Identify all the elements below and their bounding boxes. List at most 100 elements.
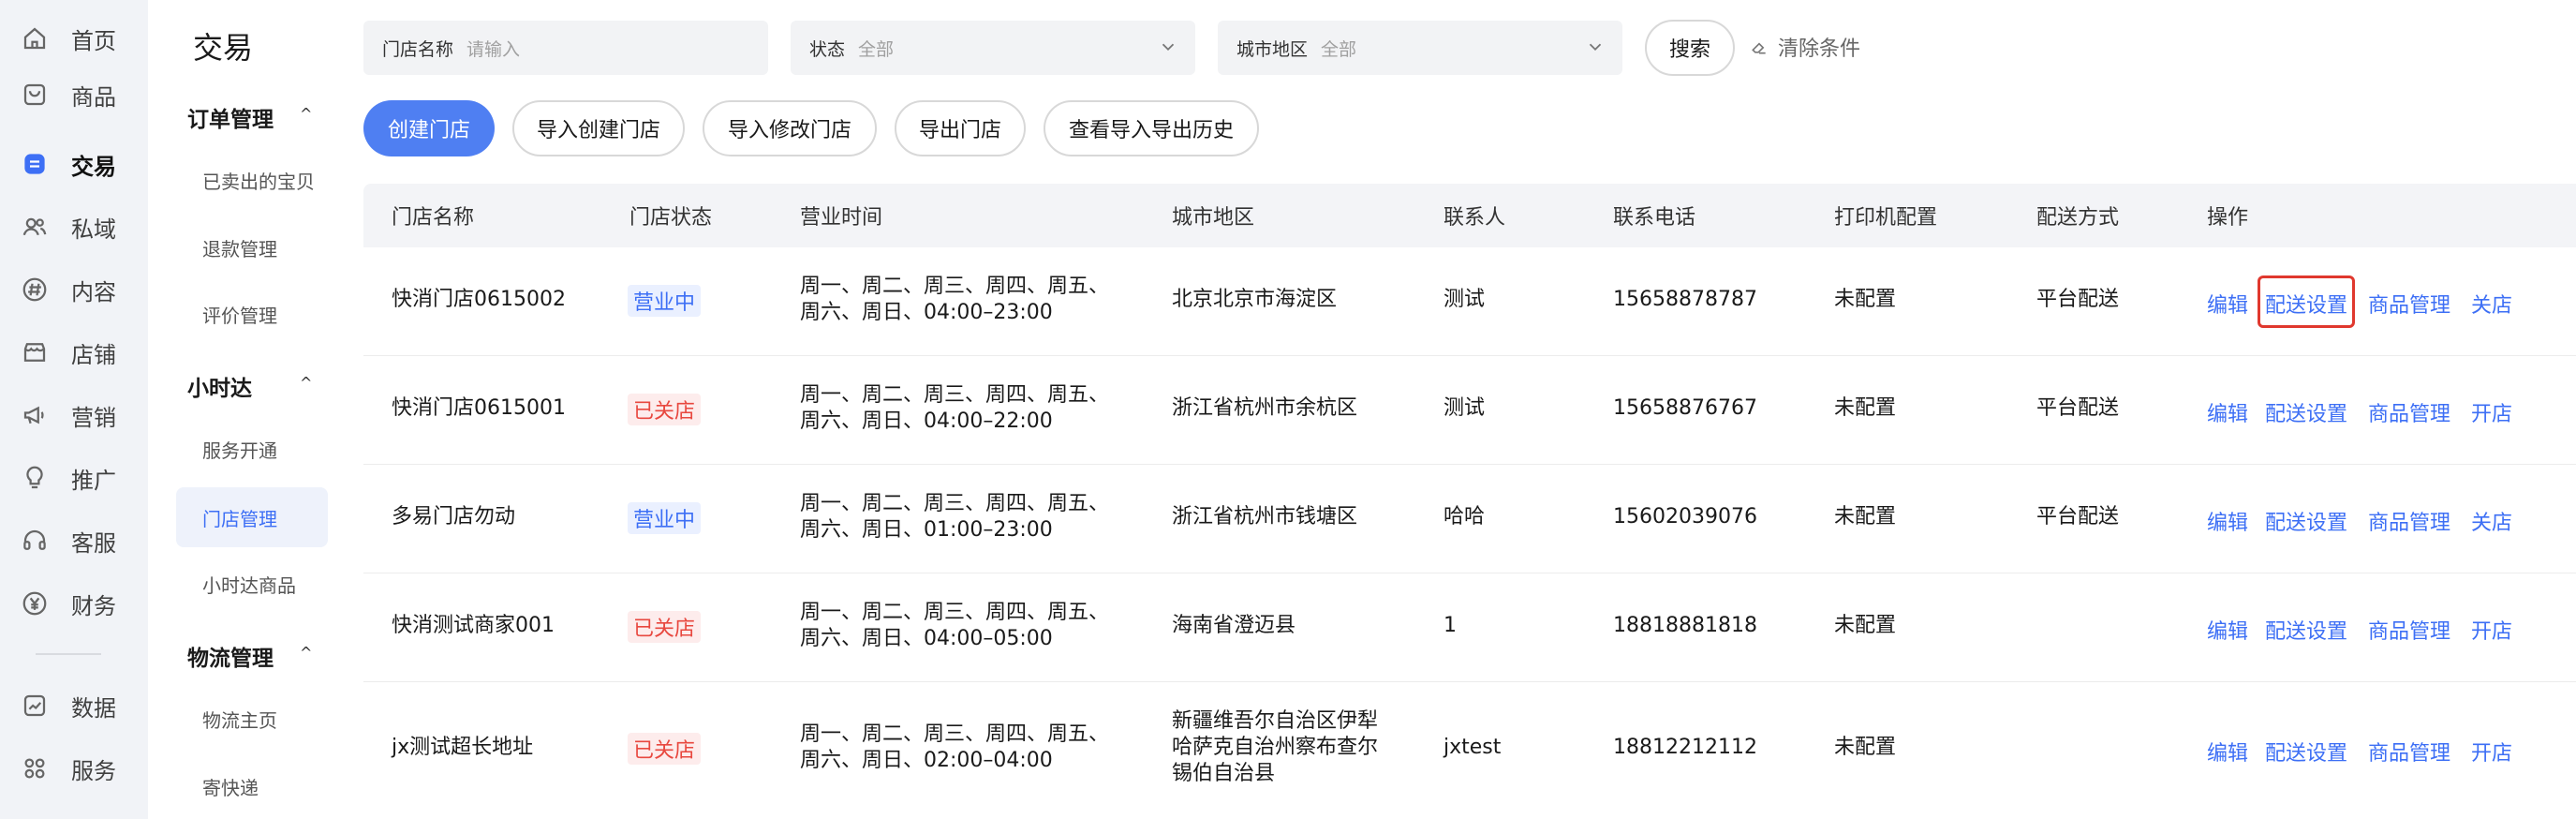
printer-cell: 未配置 bbox=[1834, 396, 1897, 420]
edit-link[interactable]: 编辑 bbox=[2207, 289, 2248, 319]
megaphone-icon bbox=[19, 399, 51, 431]
delivery-settings-link[interactable]: 配送设置 bbox=[2265, 615, 2347, 645]
nav-item-data[interactable]: 数据 bbox=[0, 678, 148, 734]
sidebar-group-orders[interactable]: 订单管理 bbox=[187, 101, 274, 133]
phone-cell: 15658876767 bbox=[1613, 396, 1757, 420]
sidebar-item-review[interactable]: 评价管理 bbox=[176, 284, 328, 344]
edit-link[interactable]: 编辑 bbox=[2207, 615, 2248, 645]
toggle-store-link[interactable]: 开店 bbox=[2471, 737, 2512, 767]
nav-item-label: 交易 bbox=[71, 153, 116, 180]
nav-item-label: 私域 bbox=[71, 216, 116, 243]
phone-cell: 18818881818 bbox=[1613, 614, 1757, 637]
store-name-cell: 快消门店0615001 bbox=[392, 396, 566, 420]
column-header: 打印机配置 bbox=[1834, 206, 1938, 230]
store-name-input[interactable]: 请输入 bbox=[466, 36, 520, 61]
delivery-settings-link[interactable]: 配送设置 bbox=[2265, 506, 2347, 536]
home-icon bbox=[19, 22, 51, 54]
store-name-cell: 快消测试商家001 bbox=[392, 614, 555, 637]
region-cell-line3: 锡伯自治县 bbox=[1172, 762, 1276, 785]
nav-item-marketing[interactable]: 营销 bbox=[0, 387, 148, 443]
column-header: 操作 bbox=[2207, 206, 2249, 230]
import-export-history-button[interactable]: 查看导入导出历史 bbox=[1044, 100, 1259, 156]
clear-filters-label: 清除条件 bbox=[1778, 37, 1861, 61]
delivery-cell: 平台配送 bbox=[2036, 396, 2120, 420]
sidebar-item-sold[interactable]: 已卖出的宝贝 bbox=[176, 150, 328, 210]
chart-icon bbox=[19, 690, 51, 722]
nav-item-service[interactable]: 客服 bbox=[0, 513, 148, 569]
nav-item-trade[interactable]: 交易 bbox=[0, 136, 148, 192]
hours-cell-line2: 周六、周日、04:00–05:00 bbox=[800, 627, 1053, 650]
region-cell: 浙江省杭州市余杭区 bbox=[1172, 396, 1358, 420]
table-header: 门店名称 门店状态 营业时间 城市地区 联系人 联系电话 打印机配置 配送方式 … bbox=[363, 184, 2576, 247]
nav-item-label: 营销 bbox=[71, 404, 116, 431]
region-cell: 浙江省杭州市钱塘区 bbox=[1172, 505, 1358, 529]
filter-label: 门店名称 bbox=[382, 38, 454, 60]
nav-item-finance[interactable]: 财务 bbox=[0, 575, 148, 632]
contact-cell: 哈哈 bbox=[1443, 505, 1486, 529]
status-select[interactable]: 状态 全部 bbox=[791, 21, 1195, 75]
region-cell-line2: 哈萨克自治州察布查尔 bbox=[1172, 736, 1379, 759]
create-store-button[interactable]: 创建门店 bbox=[363, 100, 495, 156]
highlight-box bbox=[2258, 275, 2355, 328]
nav-item-promote[interactable]: 推广 bbox=[0, 450, 148, 506]
contact-cell: 1 bbox=[1443, 614, 1457, 637]
search-button[interactable]: 搜索 bbox=[1645, 20, 1735, 76]
caret-up-icon[interactable]: ^ bbox=[300, 374, 312, 392]
nav-item-home[interactable]: 首页 bbox=[0, 10, 148, 67]
nav-item-goods[interactable]: 商品 bbox=[0, 67, 148, 123]
chevron-down-icon bbox=[1162, 43, 1175, 52]
sidebar-item-express[interactable]: 寄快递 bbox=[176, 756, 328, 816]
export-store-button[interactable]: 导出门店 bbox=[895, 100, 1026, 156]
delivery-settings-link[interactable]: 配送设置 bbox=[2265, 397, 2347, 427]
sidebar-item-refund[interactable]: 退款管理 bbox=[176, 217, 328, 277]
status-badge: 已关店 bbox=[628, 611, 702, 643]
hours-cell-line2: 周六、周日、02:00–04:00 bbox=[800, 749, 1053, 772]
edit-link[interactable]: 编辑 bbox=[2207, 397, 2248, 427]
status-badge: 营业中 bbox=[628, 285, 702, 317]
nav-item-label: 客服 bbox=[71, 529, 116, 557]
caret-up-icon[interactable]: ^ bbox=[300, 105, 312, 123]
goods-management-link[interactable]: 商品管理 bbox=[2368, 506, 2450, 536]
table-row: 快消门店0615002 营业中 周一、周二、周三、周四、周五、 周六、周日、04… bbox=[363, 247, 2576, 356]
nav-item-services[interactable]: 服务 bbox=[0, 740, 148, 797]
goods-management-link[interactable]: 商品管理 bbox=[2368, 397, 2450, 427]
sidebar-group-hourly[interactable]: 小时达 bbox=[187, 370, 252, 402]
column-header: 联系电话 bbox=[1613, 206, 1696, 230]
sidebar-item-hourly-goods[interactable]: 小时达商品 bbox=[176, 554, 328, 614]
edit-link[interactable]: 编辑 bbox=[2207, 737, 2248, 767]
delivery-settings-link[interactable]: 配送设置 bbox=[2265, 737, 2347, 767]
region-cell: 北京北京市海淀区 bbox=[1172, 288, 1338, 311]
region-select[interactable]: 城市地区 全部 bbox=[1218, 21, 1622, 75]
nav-item-private[interactable]: 私域 bbox=[0, 199, 148, 255]
users-icon bbox=[19, 211, 51, 243]
toggle-store-link[interactable]: 关店 bbox=[2471, 289, 2512, 319]
sidebar-group-logistics[interactable]: 物流管理 bbox=[187, 640, 274, 672]
sidebar-item-store-management[interactable]: 门店管理 bbox=[176, 487, 328, 547]
hours-cell-line2: 周六、周日、04:00–23:00 bbox=[800, 301, 1053, 324]
caret-up-icon[interactable]: ^ bbox=[300, 644, 312, 662]
yen-icon bbox=[19, 588, 51, 619]
toggle-store-link[interactable]: 开店 bbox=[2471, 397, 2512, 427]
store-name-filter[interactable]: 门店名称 请输入 bbox=[363, 21, 768, 75]
sidebar-item-activation[interactable]: 服务开通 bbox=[176, 419, 328, 479]
nav-item-content[interactable]: 内容 bbox=[0, 261, 148, 318]
delivery-cell: 平台配送 bbox=[2036, 288, 2120, 311]
nav-item-label: 内容 bbox=[71, 278, 116, 305]
import-create-button[interactable]: 导入创建门店 bbox=[512, 100, 685, 156]
edit-link[interactable]: 编辑 bbox=[2207, 506, 2248, 536]
nav-item-store[interactable]: 店铺 bbox=[0, 324, 148, 380]
goods-management-link[interactable]: 商品管理 bbox=[2368, 289, 2450, 319]
status-badge: 营业中 bbox=[628, 502, 702, 534]
clear-filters-button[interactable]: 清除条件 bbox=[1750, 32, 1860, 62]
store-name-cell: jx测试超长地址 bbox=[392, 736, 534, 759]
import-modify-button[interactable]: 导入修改门店 bbox=[703, 100, 877, 156]
toggle-store-link[interactable]: 开店 bbox=[2471, 615, 2512, 645]
hours-cell-line1: 周一、周二、周三、周四、周五、 bbox=[800, 492, 1110, 515]
sidebar-item-logistics-home[interactable]: 物流主页 bbox=[176, 689, 328, 749]
trade-icon bbox=[19, 148, 51, 180]
toggle-store-link[interactable]: 关店 bbox=[2471, 506, 2512, 536]
goods-management-link[interactable]: 商品管理 bbox=[2368, 737, 2450, 767]
goods-management-link[interactable]: 商品管理 bbox=[2368, 615, 2450, 645]
region-cell: 海南省澄迈县 bbox=[1172, 614, 1296, 637]
printer-cell: 未配置 bbox=[1834, 736, 1897, 759]
